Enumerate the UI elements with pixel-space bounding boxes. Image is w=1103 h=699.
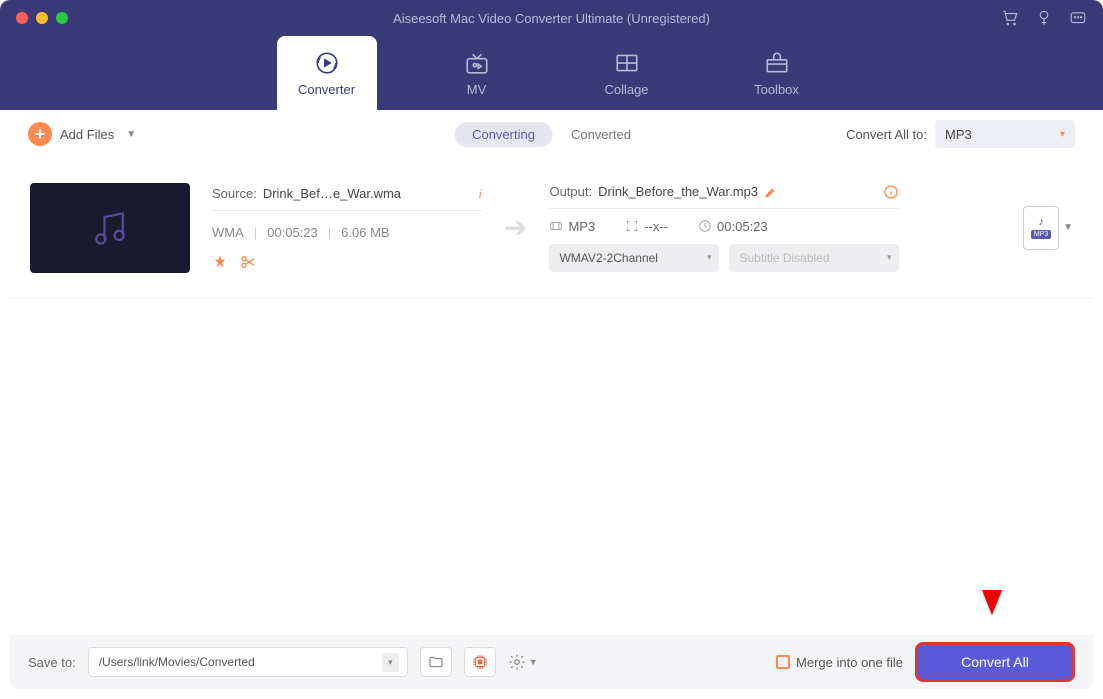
clock-icon bbox=[698, 219, 712, 233]
info-circle-icon[interactable] bbox=[883, 184, 899, 200]
key-icon[interactable] bbox=[1035, 9, 1053, 27]
enhance-icon[interactable] bbox=[212, 254, 228, 270]
gpu-accel-button[interactable] bbox=[464, 647, 496, 677]
main-nav: Converter MV Collage Toolbox bbox=[0, 36, 1103, 110]
arrow-right-icon: ➔ bbox=[504, 211, 527, 244]
file-thumbnail[interactable] bbox=[30, 183, 190, 273]
output-label: Output: bbox=[549, 184, 592, 199]
chevron-down-icon: ▼ bbox=[529, 657, 538, 667]
source-column: Source: Drink_Bef…e_War.wma i WMA | 00:0… bbox=[212, 186, 482, 270]
cart-icon[interactable] bbox=[1001, 9, 1019, 27]
window-title: Aiseesoft Mac Video Converter Ultimate (… bbox=[393, 11, 710, 26]
chevron-down-icon: ▼ bbox=[1063, 222, 1073, 233]
maximize-icon[interactable] bbox=[56, 12, 68, 24]
audio-track-select[interactable]: WMAV2-2Channel bbox=[549, 244, 719, 272]
source-meta: WMA | 00:05:23 | 6.06 MB bbox=[212, 225, 482, 240]
note-icon: ♪ bbox=[1038, 216, 1044, 228]
plus-icon: + bbox=[28, 122, 52, 146]
tab-mv[interactable]: MV bbox=[427, 36, 527, 110]
settings-button[interactable]: ▼ bbox=[508, 653, 538, 671]
video-format-icon bbox=[549, 219, 563, 233]
convert-all-button[interactable]: Convert All bbox=[915, 642, 1075, 682]
source-size: 6.06 MB bbox=[341, 225, 389, 240]
info-icon[interactable]: i bbox=[478, 186, 482, 202]
merge-checkbox[interactable] bbox=[776, 655, 790, 669]
tab-toolbox[interactable]: Toolbox bbox=[727, 36, 827, 110]
minimize-icon[interactable] bbox=[36, 12, 48, 24]
edit-icon[interactable] bbox=[764, 185, 778, 199]
music-note-icon bbox=[88, 206, 132, 250]
chip-icon bbox=[471, 653, 489, 671]
output-format-picker[interactable]: ♪ MP3 ▼ bbox=[1023, 206, 1073, 250]
tab-toolbox-label: Toolbox bbox=[754, 82, 799, 97]
feedback-icon[interactable] bbox=[1069, 9, 1087, 27]
pill-converting[interactable]: Converting bbox=[454, 122, 553, 147]
titlebar: Aiseesoft Mac Video Converter Ultimate (… bbox=[0, 0, 1103, 36]
toolbar: + Add Files ▼ Converting Converted Conve… bbox=[10, 110, 1093, 158]
tab-collage-label: Collage bbox=[604, 82, 648, 97]
folder-icon bbox=[428, 654, 444, 670]
convert-all-format-select[interactable]: MP3 bbox=[935, 120, 1075, 148]
source-filename: Drink_Bef…e_War.wma bbox=[263, 186, 473, 201]
resolution-icon bbox=[625, 219, 639, 233]
file-row: Source: Drink_Bef…e_War.wma i WMA | 00:0… bbox=[10, 158, 1093, 298]
output-resolution: --x-- bbox=[644, 219, 668, 234]
output-duration: 00:05:23 bbox=[717, 219, 768, 234]
file-list: Source: Drink_Bef…e_War.wma i WMA | 00:0… bbox=[10, 158, 1093, 635]
close-icon[interactable] bbox=[16, 12, 28, 24]
tab-converter[interactable]: Converter bbox=[277, 36, 377, 110]
output-filename: Drink_Before_the_War.mp3 bbox=[598, 184, 758, 199]
merge-label: Merge into one file bbox=[796, 655, 903, 670]
convert-all-format-value: MP3 bbox=[945, 127, 972, 142]
cut-icon[interactable] bbox=[240, 254, 256, 270]
subtitle-select[interactable]: Subtitle Disabled bbox=[729, 244, 899, 272]
tab-converter-label: Converter bbox=[298, 82, 355, 97]
tab-mv-label: MV bbox=[467, 82, 487, 97]
source-duration: 00:05:23 bbox=[267, 225, 318, 240]
source-format: WMA bbox=[212, 225, 244, 240]
save-to-label: Save to: bbox=[28, 655, 76, 670]
bottom-bar: Save to: /Users/link/Movies/Converted ▼ … bbox=[10, 635, 1093, 689]
pill-converted[interactable]: Converted bbox=[553, 122, 649, 147]
save-path-value: /Users/link/Movies/Converted bbox=[99, 655, 255, 669]
chevron-down-icon[interactable]: ▼ bbox=[126, 129, 136, 140]
save-path-select[interactable]: /Users/link/Movies/Converted bbox=[88, 647, 408, 677]
output-column: Output: Drink_Before_the_War.mp3 MP3 --x… bbox=[549, 184, 899, 272]
open-folder-button[interactable] bbox=[420, 647, 452, 677]
add-files-label: Add Files bbox=[60, 127, 114, 142]
tab-collage[interactable]: Collage bbox=[577, 36, 677, 110]
status-tabs: Converting Converted bbox=[454, 122, 649, 147]
add-files-button[interactable]: + Add Files ▼ bbox=[28, 122, 136, 146]
output-format: MP3 bbox=[568, 219, 595, 234]
source-label: Source: bbox=[212, 186, 257, 201]
traffic-lights bbox=[16, 12, 68, 24]
gear-icon bbox=[508, 653, 526, 671]
convert-all-to-label: Convert All to: bbox=[846, 127, 927, 142]
format-badge: MP3 bbox=[1031, 230, 1051, 239]
